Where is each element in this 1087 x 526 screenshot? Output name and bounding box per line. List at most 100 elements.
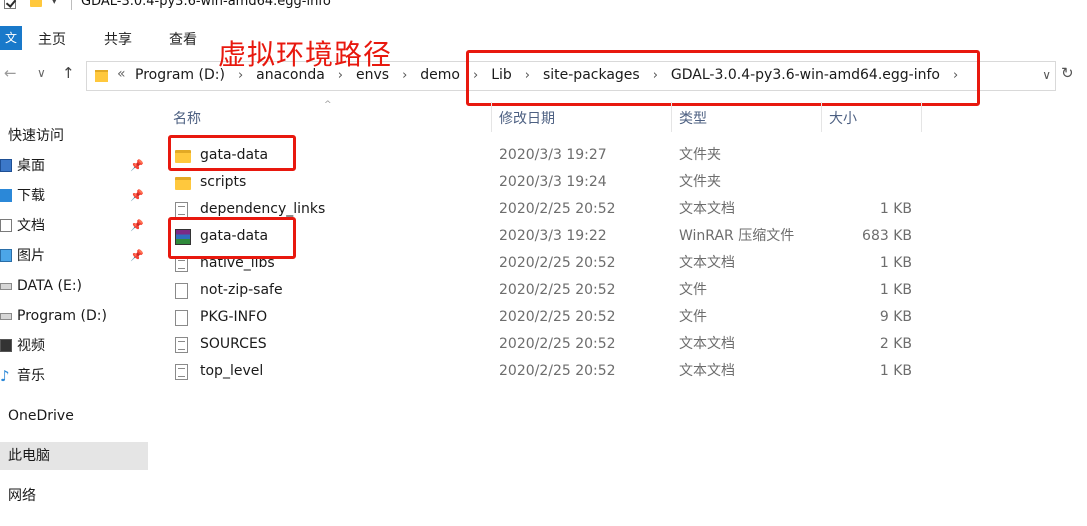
sidebar-item-downloads[interactable]: 下载 📌	[0, 183, 148, 209]
file-size: 683 KB	[862, 228, 912, 244]
file-type: 文本文档	[679, 201, 735, 217]
sidebar-item-label: 下载	[17, 188, 45, 204]
table-row[interactable]: scripts 2020/3/3 19:24 文件夹	[164, 169, 924, 196]
sidebar-item-label: 图片	[17, 248, 45, 264]
download-icon	[0, 189, 12, 202]
file-type: 文本文档	[679, 336, 735, 352]
file-size: 1 KB	[879, 363, 912, 379]
sidebar-item-videos[interactable]: 视频	[0, 333, 148, 359]
table-row[interactable]: not-zip-safe 2020/2/25 20:52 文件 1 KB	[164, 277, 924, 304]
column-divider[interactable]	[821, 102, 822, 132]
tab-home[interactable]: 主页	[38, 29, 66, 49]
file-date: 2020/2/25 20:52	[499, 255, 616, 271]
file-type: 文本文档	[679, 255, 735, 271]
file-type: WinRAR 压缩文件	[679, 228, 795, 244]
up-arrow-icon[interactable]: ↑	[62, 64, 75, 82]
breadcrumb-chevron-icon[interactable]: ›	[402, 68, 407, 83]
sidebar-item-documents[interactable]: 文档 📌	[0, 213, 148, 239]
quick-access-properties-icon[interactable]	[4, 0, 16, 9]
column-divider[interactable]	[921, 102, 922, 132]
file-size: 2 KB	[879, 336, 912, 352]
sidebar-item-label: 文档	[17, 218, 45, 234]
back-arrow-icon[interactable]: ←	[4, 64, 17, 82]
sidebar-item-label: 此电脑	[8, 448, 50, 464]
sidebar-item-label: 快速访问	[8, 128, 64, 144]
sidebar-item-this-pc[interactable]: 此电脑	[0, 442, 148, 470]
file-date: 2020/2/25 20:52	[499, 201, 616, 217]
tab-file[interactable]: 文	[0, 26, 22, 50]
file-date: 2020/3/3 19:24	[499, 174, 607, 190]
address-overflow-icon[interactable]: «	[117, 66, 126, 82]
column-header-size[interactable]: 大小	[829, 108, 857, 128]
pin-icon[interactable]: 📌	[130, 243, 144, 269]
file-type: 文件	[679, 309, 707, 325]
desktop-icon	[0, 159, 12, 172]
sidebar-item-program-d[interactable]: Program (D:)	[0, 303, 148, 329]
sidebar-item-desktop[interactable]: 桌面 📌	[0, 153, 148, 179]
refresh-icon[interactable]: ↻	[1061, 64, 1074, 82]
title-separator	[71, 0, 72, 10]
sidebar-item-network[interactable]: 网络	[0, 483, 148, 509]
sidebar-item-data-e[interactable]: DATA (E:)	[0, 273, 148, 299]
sidebar-item-label: OneDrive	[8, 408, 74, 424]
file-name: top_level	[200, 363, 264, 379]
file-type: 文件	[679, 282, 707, 298]
blank-file-icon	[175, 310, 188, 326]
file-name: scripts	[200, 174, 247, 190]
annotation-box-folder	[168, 135, 296, 171]
sidebar-item-music[interactable]: ♪ 音乐	[0, 363, 148, 389]
recent-locations-icon[interactable]: ∨	[37, 66, 46, 80]
pin-icon[interactable]: 📌	[130, 213, 144, 239]
column-header-date[interactable]: 修改日期	[499, 108, 555, 128]
drive-icon	[0, 313, 12, 320]
tab-view[interactable]: 查看	[169, 29, 197, 49]
sidebar-item-quick-access[interactable]: 快速访问	[0, 123, 148, 149]
navigation-pane: 快速访问 桌面 📌 下载 📌 文档 📌 图片 📌 DATA (E:) Progr…	[0, 100, 148, 526]
picture-icon	[0, 249, 12, 262]
drive-icon	[0, 283, 12, 290]
file-name: PKG-INFO	[200, 309, 268, 325]
pin-icon[interactable]: 📌	[130, 183, 144, 209]
breadcrumb-demo[interactable]: demo	[420, 67, 460, 83]
text-file-icon	[175, 337, 188, 353]
column-header-type[interactable]: 类型	[679, 108, 707, 128]
column-divider[interactable]	[671, 102, 672, 132]
sidebar-item-label: DATA (E:)	[17, 278, 83, 294]
table-row[interactable]: PKG-INFO 2020/2/25 20:52 文件 9 KB	[164, 304, 924, 331]
document-icon	[0, 219, 12, 232]
file-type: 文件夹	[679, 174, 721, 190]
table-row[interactable]: top_level 2020/2/25 20:52 文本文档 1 KB	[164, 358, 924, 385]
tab-share[interactable]: 共享	[104, 29, 132, 49]
breadcrumb-program-d[interactable]: Program (D:)	[135, 67, 225, 83]
file-size: 1 KB	[879, 255, 912, 271]
text-file-icon	[175, 202, 188, 218]
sidebar-item-label: 视频	[17, 338, 45, 354]
file-date: 2020/2/25 20:52	[499, 336, 616, 352]
annotation-box-path	[466, 50, 980, 106]
file-date: 2020/2/25 20:52	[499, 309, 616, 325]
address-dropdown-icon[interactable]: ∨	[1042, 68, 1051, 82]
file-type: 文本文档	[679, 363, 735, 379]
address-folder-icon	[95, 70, 108, 82]
blank-file-icon	[175, 283, 188, 299]
video-icon	[0, 339, 12, 352]
annotation-box-archive	[168, 217, 296, 259]
music-icon: ♪	[0, 367, 10, 385]
column-divider[interactable]	[491, 102, 492, 132]
pin-icon[interactable]: 📌	[130, 153, 144, 179]
file-type: 文件夹	[679, 147, 721, 163]
sidebar-item-label: 桌面	[17, 158, 45, 174]
quick-access-new-folder-icon[interactable]	[30, 0, 42, 7]
file-date: 2020/2/25 20:52	[499, 363, 616, 379]
annotation-label: 虚拟环境路径	[218, 38, 393, 71]
column-header-name[interactable]: 名称	[173, 108, 201, 128]
table-row[interactable]: SOURCES 2020/2/25 20:52 文本文档 2 KB	[164, 331, 924, 358]
quick-access-dropdown-icon[interactable]: ▾	[52, 0, 57, 7]
sidebar-item-pictures[interactable]: 图片 📌	[0, 243, 148, 269]
file-size: 1 KB	[879, 282, 912, 298]
sidebar-item-label: 网络	[8, 488, 36, 504]
file-date: 2020/3/3 19:22	[499, 228, 607, 244]
file-size: 1 KB	[879, 201, 912, 217]
title-bar: ▾ GDAL-3.0.4-py3.6-win-amd64.egg-info	[0, 0, 1087, 18]
sidebar-item-onedrive[interactable]: OneDrive	[0, 403, 148, 429]
